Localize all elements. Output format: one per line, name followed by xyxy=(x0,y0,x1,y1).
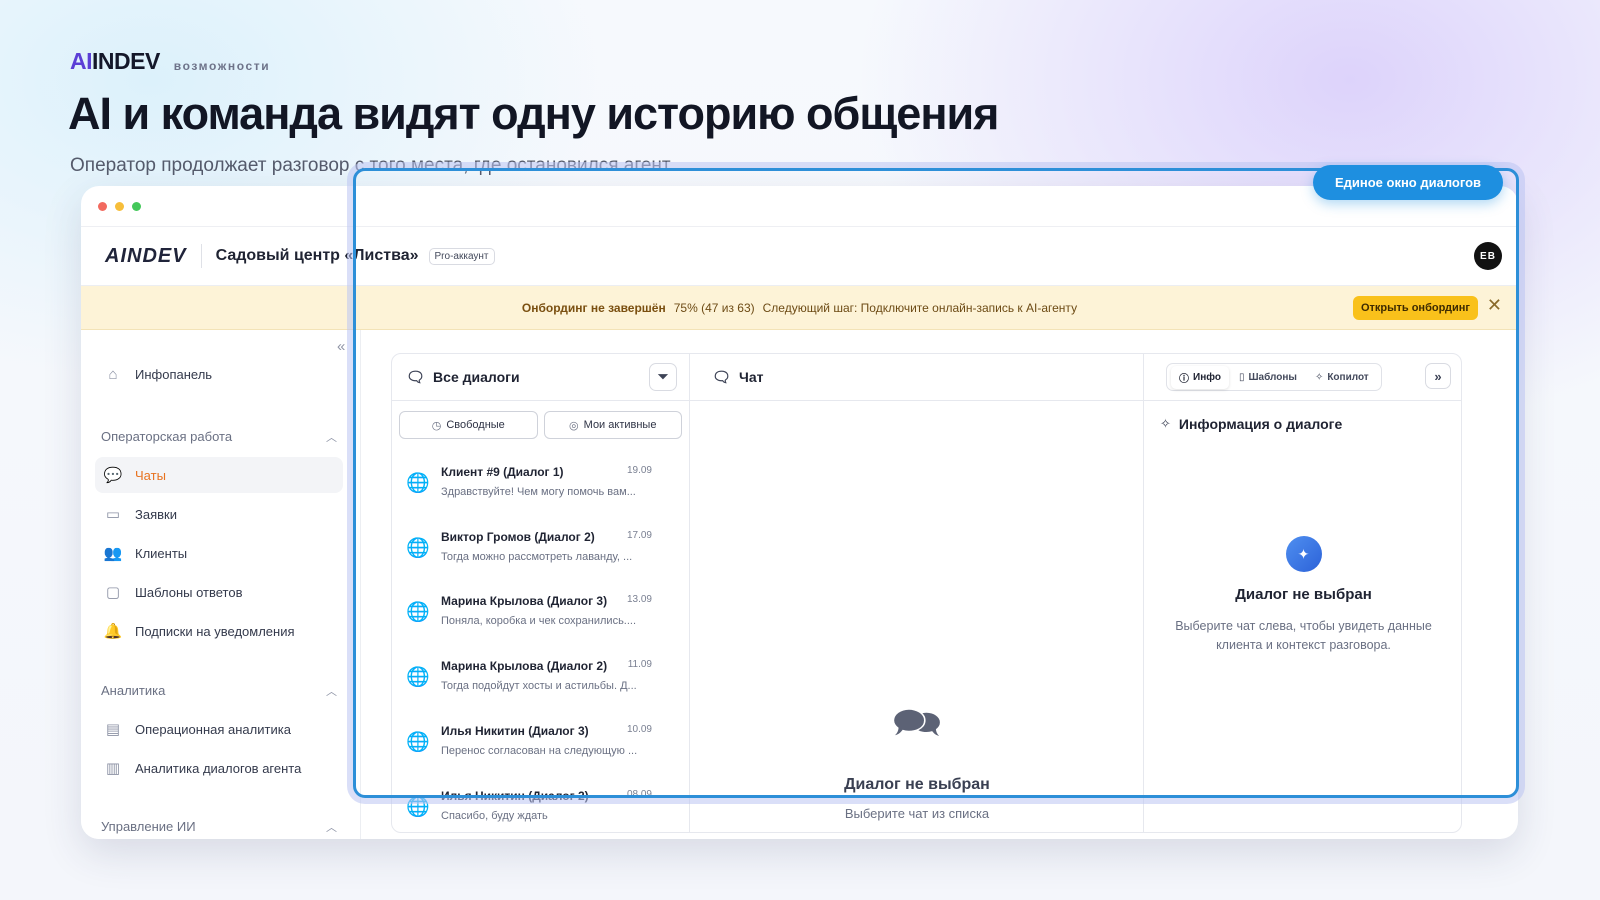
sidebar-group-analytics[interactable]: Аналитика ︿ xyxy=(101,683,337,699)
bar-chart-icon: ▥ xyxy=(105,760,121,777)
chat-icon: 💬 xyxy=(103,467,123,484)
inbox-icon: ▭ xyxy=(105,506,121,523)
sidebar-group-ai[interactable]: Управление ИИ ︿ xyxy=(101,819,337,835)
template-icon: ▢ xyxy=(105,584,121,601)
chevron-up-icon: ︿ xyxy=(326,432,337,444)
callout-badge: Единое окно диалогов xyxy=(1313,165,1503,200)
sidebar: « ⌂ Инфопанель Операторская работа ︿ 💬 Ч… xyxy=(81,330,361,839)
minimize-dot[interactable] xyxy=(115,201,124,211)
chevron-up-icon: ︿ xyxy=(326,822,337,834)
slide-headline: AI и команда видят одну историю общения xyxy=(68,88,999,139)
sidebar-item-home[interactable]: ⌂ Инфопанель xyxy=(95,356,343,392)
brand-tag: возможности xyxy=(173,59,271,73)
users-icon: 👥 xyxy=(103,545,123,562)
sidebar-item-templates[interactable]: ▢ Шаблоны ответов xyxy=(95,574,343,610)
sidebar-item-chats[interactable]: 💬 Чаты xyxy=(95,457,343,493)
bell-icon: 🔔 xyxy=(103,623,123,640)
close-dot[interactable] xyxy=(98,201,107,211)
sidebar-item-subscriptions[interactable]: 🔔 Подписки на уведомления xyxy=(95,613,343,649)
collapse-sidebar-icon[interactable]: « xyxy=(337,338,345,355)
maximize-dot[interactable] xyxy=(132,201,141,211)
highlight-frame xyxy=(353,168,1519,798)
home-icon: ⌂ xyxy=(108,365,118,383)
sidebar-item-requests[interactable]: ▭ Заявки xyxy=(95,496,343,532)
chat-empty-subtitle: Выберите чат из списка xyxy=(844,806,990,821)
chart-icon: ▤ xyxy=(105,721,121,738)
sidebar-item-clients[interactable]: 👥 Клиенты xyxy=(95,535,343,571)
sidebar-item-agent-analytics[interactable]: ▥ Аналитика диалогов агента xyxy=(95,750,343,786)
sidebar-group-operator[interactable]: Операторская работа ︿ xyxy=(101,429,337,445)
sidebar-item-operational-analytics[interactable]: ▤ Операционная аналитика xyxy=(95,711,343,747)
app-logo[interactable]: AINDEV xyxy=(105,245,187,268)
slide-brand: AIINDEV возможности xyxy=(70,48,270,75)
brand-logo: AIINDEV xyxy=(70,48,160,74)
globe-icon: 🌐 xyxy=(406,797,430,818)
chevron-up-icon: ︿ xyxy=(326,686,337,698)
topbar-divider xyxy=(200,244,202,268)
